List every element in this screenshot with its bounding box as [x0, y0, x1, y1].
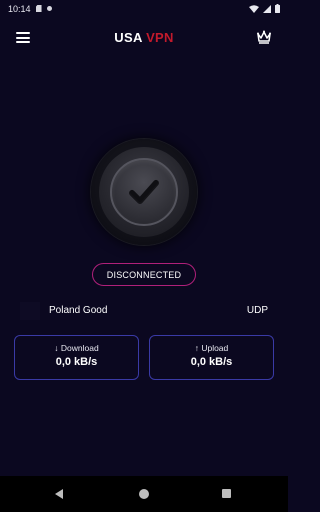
- download-label: ↓ Download: [54, 343, 99, 353]
- download-value: 0,0 kB/s: [55, 356, 98, 368]
- app-bar: USA VPN: [0, 24, 288, 52]
- app-title-vpn: VPN: [146, 30, 174, 45]
- sd-card-icon: [35, 5, 42, 12]
- check-icon: [129, 180, 159, 204]
- connection-status-text: DISCONNECTED: [106, 269, 182, 280]
- notification-dot-icon: [46, 6, 52, 11]
- server-selector[interactable]: Poland Good UDP: [20, 302, 268, 320]
- battery-icon: [275, 4, 280, 13]
- upload-value: 0,0 kB/s: [190, 356, 233, 368]
- status-time: 10:14: [8, 3, 31, 14]
- connection-status-badge: DISCONNECTED: [92, 263, 196, 286]
- system-nav-bar: [0, 476, 288, 512]
- wifi-icon: [249, 4, 259, 13]
- connect-button-core: [110, 158, 178, 226]
- download-card: ↓ Download 0,0 kB/s: [14, 335, 139, 380]
- app-title-usa: USA: [114, 30, 143, 45]
- server-flag-icon: [20, 302, 40, 320]
- crown-icon[interactable]: [256, 30, 272, 44]
- upload-label: ↑ Upload: [194, 343, 229, 353]
- app-title: USA VPN: [0, 30, 288, 45]
- protocol-label: UDP: [246, 305, 268, 316]
- connect-button-ring: [99, 147, 189, 237]
- back-icon[interactable]: [55, 489, 63, 499]
- home-icon[interactable]: [139, 489, 149, 499]
- connect-button[interactable]: [91, 139, 197, 245]
- upload-card: ↑ Upload 0,0 kB/s: [149, 335, 274, 380]
- signal-icon: [263, 4, 271, 13]
- status-bar: 10:14: [0, 0, 288, 17]
- recents-icon[interactable]: [222, 489, 231, 498]
- server-name: Poland Good: [49, 305, 108, 316]
